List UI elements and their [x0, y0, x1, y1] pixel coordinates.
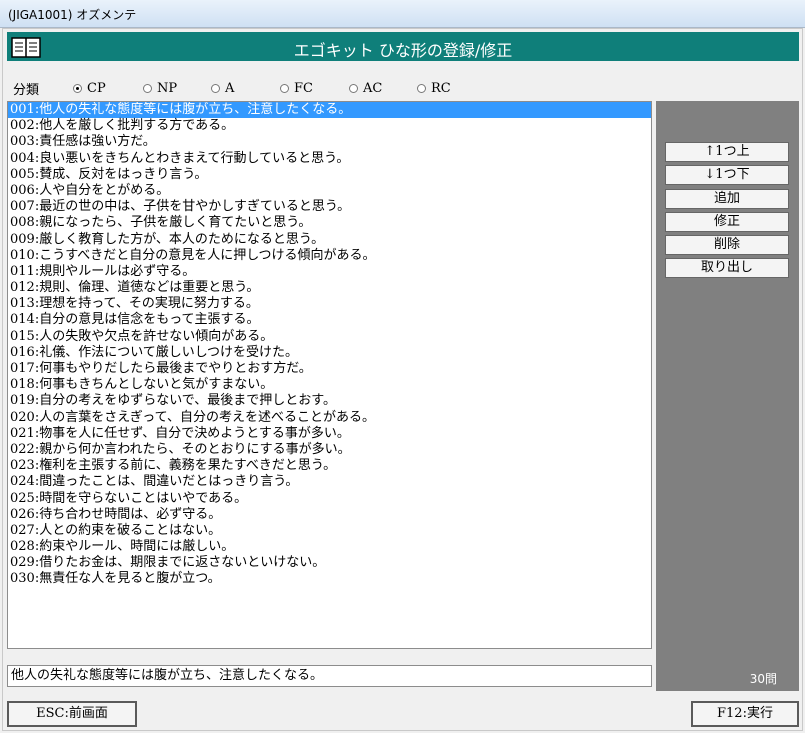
list-item[interactable]: 009:厳しく教育した方が、本人のためになると思う。	[8, 232, 651, 248]
esc-back-button[interactable]: ESC:前画面	[7, 701, 137, 727]
list-item[interactable]: 007:最近の世の中は、子供を甘やかしすぎていると思う。	[8, 199, 651, 215]
list-item[interactable]: 022:親から何か言われたら、そのとおりにする事が多い。	[8, 442, 651, 458]
radio-selected-icon	[73, 83, 82, 93]
category-option-label: A	[225, 80, 235, 96]
category-option-label: FC	[294, 80, 313, 96]
list-item[interactable]: 015:人の失敗や欠点を許せない傾向がある。	[8, 329, 651, 345]
category-option-ac[interactable]: AC	[349, 79, 382, 97]
list-item[interactable]: 012:規則、倫理、道徳などは重要と思う。	[8, 280, 651, 296]
radio-icon	[211, 83, 220, 93]
list-item[interactable]: 023:権利を主張する前に、義務を果たすべきだと思う。	[8, 458, 651, 474]
list-item[interactable]: 013:理想を持って、その実現に努力する。	[8, 296, 651, 312]
list-item[interactable]: 024:間違ったことは、間違いだとはっきり言う。	[8, 474, 651, 490]
list-item[interactable]: 029:借りたお金は、期限までに返さないといけない。	[8, 555, 651, 571]
list-item[interactable]: 025:時間を守らないことはいやである。	[8, 491, 651, 507]
add-button[interactable]: 追加	[665, 189, 789, 209]
category-option-rc[interactable]: RC	[417, 79, 451, 97]
question-list[interactable]: 001:他人の失礼な態度等には腹が立ち、注意したくなる。 002:他人を厳しく批…	[7, 101, 652, 649]
list-item[interactable]: 018:何事もきちんとしないと気がすまない。	[8, 377, 651, 393]
edit-button[interactable]: 修正	[665, 212, 789, 232]
list-item[interactable]: 017:何事もやりだしたら最後までやりとおす方だ。	[8, 361, 651, 377]
retrieve-button[interactable]: 取り出し	[665, 258, 789, 278]
list-item[interactable]: 003:責任感は強い方だ。	[8, 134, 651, 150]
category-option-label: AC	[363, 80, 383, 96]
delete-button[interactable]: 削除	[665, 235, 789, 255]
selected-question-detail: 他人の失礼な態度等には腹が立ち、注意したくなる。	[7, 665, 652, 687]
side-panel: ↑1つ上 ↓1つ下 追加 修正 削除 取り出し 30問	[656, 101, 799, 691]
list-item[interactable]: 011:規則やルールは必ず守る。	[8, 264, 651, 280]
window-client: エゴキット ひな形の登録/修正 分類 CP NP A FC AC RC 001:…	[2, 28, 803, 731]
category-option-np[interactable]: NP	[143, 79, 177, 97]
radio-icon	[143, 83, 152, 93]
header-bar: エゴキット ひな形の登録/修正	[7, 32, 799, 61]
list-item[interactable]: 002:他人を厳しく批判する方である。	[8, 118, 651, 134]
list-item[interactable]: 008:親になったら、子供を厳しく育てたいと思う。	[8, 215, 651, 231]
page-title: エゴキット ひな形の登録/修正	[293, 41, 513, 60]
list-item[interactable]: 014:自分の意見は信念をもって主張する。	[8, 312, 651, 328]
list-item[interactable]: 030:無責任な人を見ると腹が立つ。	[8, 571, 651, 587]
list-item[interactable]: 028:約束やルール、時間には厳しい。	[8, 539, 651, 555]
list-item[interactable]: 016:礼儀、作法について厳しいしつけを受けた。	[8, 345, 651, 361]
category-option-label: RC	[431, 80, 451, 96]
category-label: 分類	[13, 83, 40, 98]
list-item[interactable]: 019:自分の考えをゆずらないで、最後まで押しとおす。	[8, 393, 651, 409]
category-option-a[interactable]: A	[211, 79, 234, 97]
window-titlebar: (JIGA1001) オズメンテ	[0, 0, 805, 28]
radio-icon	[280, 83, 289, 93]
list-item[interactable]: 005:賛成、反対をはっきり言う。	[8, 167, 651, 183]
category-option-label: CP	[87, 80, 106, 96]
category-option-label: NP	[157, 80, 178, 96]
f12-execute-button[interactable]: F12:実行	[691, 701, 799, 727]
list-item[interactable]: 026:待ち合わせ時間は、必ず守る。	[8, 507, 651, 523]
radio-icon	[349, 83, 358, 93]
move-up-button[interactable]: ↑1つ上	[665, 142, 789, 162]
window-title: (JIGA1001) オズメンテ	[8, 8, 137, 22]
list-item[interactable]: 027:人との約束を破ることはない。	[8, 523, 651, 539]
list-item[interactable]: 020:人の言葉をさえぎって、自分の考えを述べることがある。	[8, 410, 651, 426]
list-item[interactable]: 021:物事を人に任せず、自分で決めようとする事が多い。	[8, 426, 651, 442]
category-option-cp[interactable]: CP	[73, 79, 106, 97]
list-item[interactable]: 004:良い悪いをきちんとわきまえて行動していると思う。	[8, 151, 651, 167]
list-item[interactable]: 001:他人の失礼な態度等には腹が立ち、注意したくなる。	[8, 102, 651, 119]
category-option-fc[interactable]: FC	[280, 79, 313, 97]
move-down-button[interactable]: ↓1つ下	[665, 165, 789, 185]
list-item[interactable]: 010:こうすべきだと自分の意見を人に押しつける傾向がある。	[8, 248, 651, 264]
list-item[interactable]: 006:人や自分をとがめる。	[8, 183, 651, 199]
radio-icon	[417, 83, 426, 93]
question-count: 30問	[749, 672, 777, 686]
